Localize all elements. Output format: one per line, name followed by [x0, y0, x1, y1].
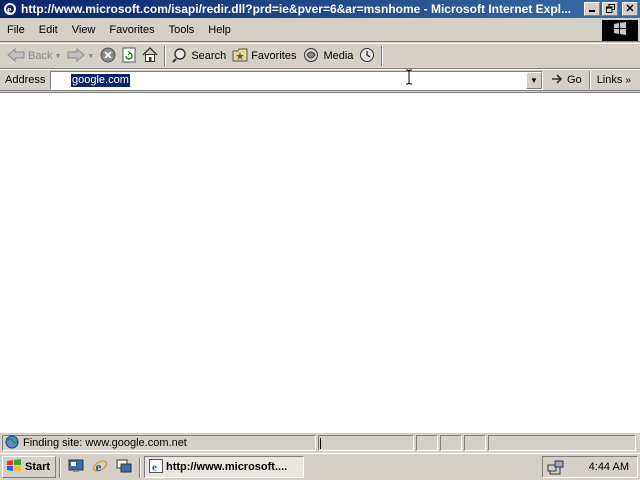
links-label: Links — [596, 74, 623, 86]
start-label: Start — [25, 461, 51, 473]
forward-arrow-icon — [67, 47, 86, 65]
home-icon — [142, 46, 158, 66]
forward-dropdown-icon[interactable]: ▼ — [87, 53, 94, 60]
go-label: Go — [567, 74, 582, 86]
media-button[interactable]: Media — [299, 45, 356, 67]
progress-caret — [320, 438, 321, 449]
media-label: Media — [323, 50, 354, 62]
progress-pane — [318, 435, 414, 451]
menu-favorites[interactable]: Favorites — [102, 21, 161, 39]
show-desktop-icon — [68, 458, 84, 477]
status-text: Finding site: www.google.com.net — [23, 437, 187, 449]
svg-text:e: e — [7, 5, 12, 16]
status-pane-3 — [464, 435, 486, 451]
taskbar-separator — [59, 456, 61, 478]
favorites-label: Favorites — [251, 50, 297, 62]
refresh-button[interactable] — [119, 45, 139, 67]
search-button[interactable]: Search — [169, 45, 229, 67]
ie-task-icon: e — [149, 458, 163, 476]
clock[interactable]: 4:44 AM — [589, 461, 629, 473]
windows-logo-icon — [6, 458, 22, 476]
home-button[interactable] — [139, 45, 161, 67]
toolbar-separator — [164, 46, 167, 66]
menu-tools[interactable]: Tools — [162, 21, 202, 39]
status-text-pane: Finding site: www.google.com.net — [2, 435, 316, 451]
loading-globe-icon — [5, 435, 19, 452]
start-button[interactable]: Start — [2, 456, 56, 478]
close-button[interactable] — [622, 2, 638, 16]
ie-logo-icon: e — [2, 1, 18, 17]
back-button[interactable]: Back ▼ — [4, 45, 64, 67]
address-bar: Address google.com ▼ Go Links » — [0, 69, 640, 91]
restore-icon — [605, 3, 615, 15]
window-title: http://www.microsoft.com/isapi/redir.dll… — [21, 2, 571, 16]
stop-icon — [100, 47, 116, 66]
internet-explorer-icon: e — [92, 458, 108, 477]
back-dropdown-icon[interactable]: ▼ — [54, 53, 61, 60]
menu-view[interactable]: View — [65, 21, 103, 39]
media-icon — [302, 47, 320, 66]
back-label: Back — [28, 50, 53, 62]
ibeam-cursor-icon — [405, 69, 413, 85]
taskbar: Start e e http://www.microsoft.... 4:44 … — [0, 453, 640, 480]
svg-text:e: e — [96, 459, 102, 474]
standard-toolbar: Back ▼ ▼ Search Favorites Media — [0, 43, 640, 69]
favorites-folder-icon — [232, 48, 248, 65]
search-label: Search — [191, 50, 227, 62]
history-button[interactable] — [356, 45, 378, 67]
page-content[interactable] — [0, 92, 640, 433]
toolbar-separator — [381, 46, 384, 66]
quicklaunch-ie[interactable]: e — [90, 457, 110, 477]
links-chevron-icon: » — [625, 74, 631, 86]
favorites-button[interactable]: Favorites — [229, 45, 299, 67]
links-separator — [588, 71, 591, 89]
chevron-down-icon: ▼ — [530, 75, 538, 85]
search-icon — [172, 47, 188, 66]
address-input[interactable]: google.com ▼ — [50, 70, 543, 90]
task-label: http://www.microsoft.... — [166, 461, 288, 473]
go-arrow-icon — [551, 73, 565, 88]
refresh-icon — [122, 47, 136, 66]
task-button-internet-explorer[interactable]: e http://www.microsoft.... — [144, 456, 304, 478]
go-button[interactable]: Go — [551, 73, 582, 88]
title-bar[interactable]: e http://www.microsoft.com/isapi/redir.d… — [0, 0, 640, 18]
stop-button[interactable] — [97, 45, 119, 67]
back-arrow-icon — [7, 47, 25, 65]
forward-button[interactable]: ▼ — [64, 45, 97, 67]
menu-edit[interactable]: Edit — [32, 21, 65, 39]
address-label: Address — [5, 74, 46, 86]
address-dropdown-button[interactable]: ▼ — [526, 71, 542, 89]
quicklaunch-desktop[interactable] — [66, 457, 86, 477]
minimize-button[interactable] — [584, 2, 600, 16]
links-button[interactable]: Links » — [597, 74, 631, 86]
status-pane-2 — [440, 435, 462, 451]
windows-explorer-icon — [116, 458, 132, 477]
svg-text:e: e — [152, 461, 157, 473]
security-zone-pane — [488, 435, 636, 451]
restore-button[interactable] — [602, 2, 618, 16]
page-icon — [53, 72, 69, 88]
close-icon — [626, 4, 634, 14]
taskbar-separator — [139, 456, 141, 478]
status-pane-1 — [416, 435, 438, 451]
quicklaunch-explorer[interactable] — [114, 457, 134, 477]
minimize-icon — [588, 4, 596, 14]
menu-bar: File Edit View Favorites Tools Help — [0, 19, 640, 42]
menu-file[interactable]: File — [0, 21, 32, 39]
windows-flag-icon — [612, 22, 628, 39]
menu-help[interactable]: Help — [201, 21, 238, 39]
address-value[interactable]: google.com — [71, 73, 130, 87]
history-icon — [359, 47, 375, 66]
network-icon[interactable] — [547, 459, 565, 475]
system-tray: 4:44 AM — [542, 456, 638, 478]
status-bar: Finding site: www.google.com.net — [0, 434, 640, 452]
windows-throbber — [602, 20, 638, 41]
